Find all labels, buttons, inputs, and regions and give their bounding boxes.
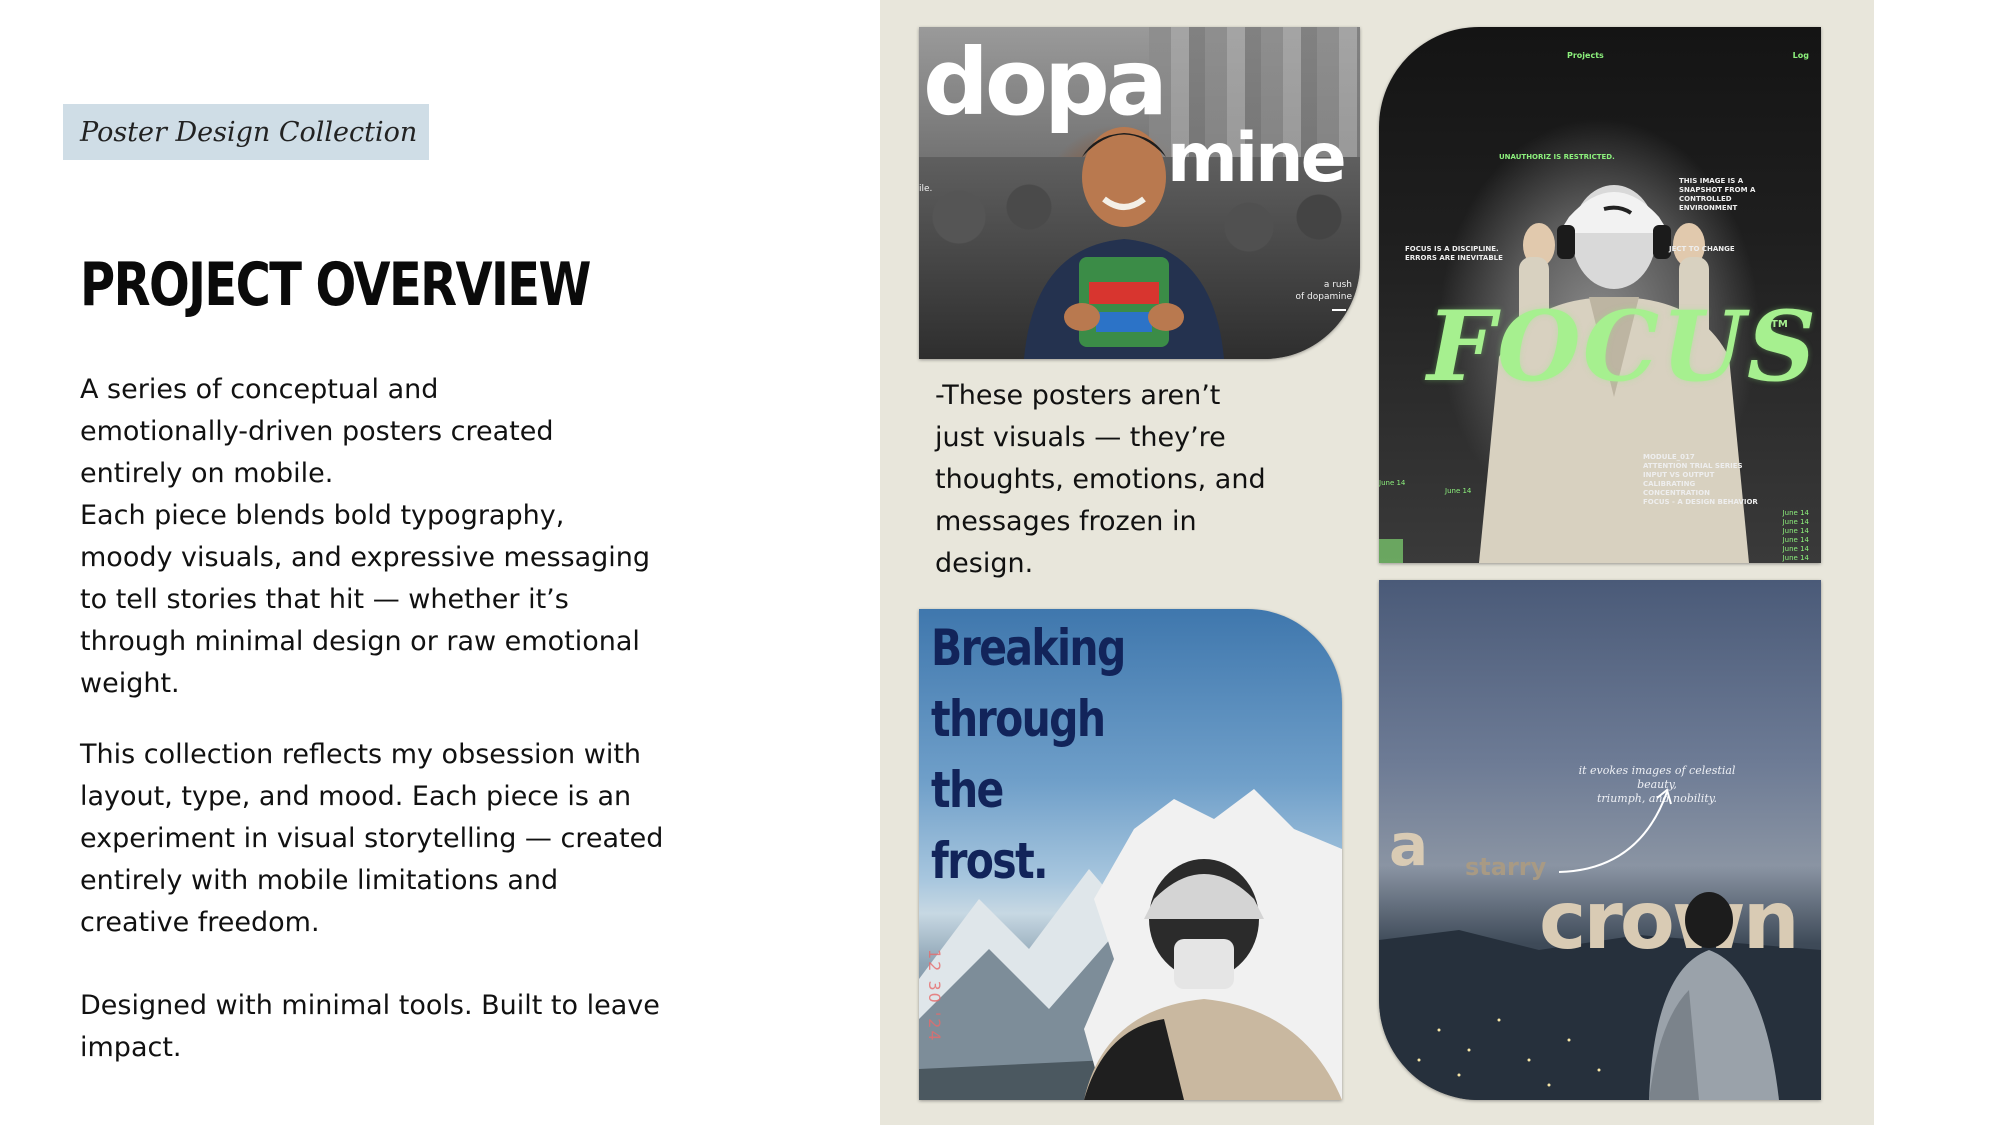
poster-word-dopa: dopa: [923, 29, 1168, 136]
poster-trademark: TM: [1771, 319, 1788, 330]
poster-discipline-text: FOCUS IS A DISCIPLINE. ERRORS ARE INEVIT…: [1405, 245, 1503, 262]
slide: Poster Design Collection PROJECT OVERVIE…: [0, 0, 1999, 1125]
poster-nav-projects: Projects: [1567, 51, 1604, 60]
poster-date-left: June 14: [1379, 479, 1406, 487]
poster-gallery: dopa mine ile. a rush of dopamine Projec: [880, 0, 1874, 1125]
page-title: PROJECT OVERVIEW: [80, 250, 591, 320]
poster-word-mine: mine: [1167, 119, 1347, 198]
overview-paragraph-2: This collection reflects my obsession wi…: [80, 739, 664, 938]
poster-subject-text: JECT TO CHANGE: [1669, 245, 1735, 253]
poster-accent-square: [1379, 539, 1403, 563]
poster-nav-log: Log: [1792, 51, 1809, 60]
gallery-caption: -These posters aren’t just visuals — the…: [935, 380, 1266, 579]
poster-frost[interactable]: Breaking through the frost. 12 30 '24: [919, 609, 1342, 1100]
overview-paragraph-3: Designed with minimal tools. Built to le…: [80, 990, 660, 1063]
overview-paragraph-1: A series of conceptual and emotionally-d…: [80, 374, 651, 699]
poster-crown[interactable]: it evokes images of celestial beauty, tr…: [1379, 580, 1821, 1100]
poster-focus[interactable]: Projects Log UNAUTHORIZ IS RESTRICTED. T…: [1379, 27, 1821, 563]
poster-tag-left: ile.: [919, 184, 933, 194]
collection-label: Poster Design Collection: [63, 104, 429, 160]
poster-dopamine[interactable]: dopa mine ile. a rush of dopamine: [919, 27, 1360, 359]
poster-restricted-text: UNAUTHORIZ IS RESTRICTED.: [1499, 153, 1615, 161]
poster-date-list: June 14 June 14 June 14 June 14 June 14 …: [1782, 509, 1809, 562]
poster-date-mid: June 14: [1445, 487, 1472, 495]
poster-word-starry: starry: [1465, 853, 1547, 881]
poster-tagline: a rush of dopamine: [1295, 280, 1353, 302]
poster-frost-headline: Breaking through the frost.: [931, 619, 1126, 890]
seated-man-figure: [1649, 892, 1779, 1100]
curved-arrow-icon: [1558, 788, 1672, 873]
poster-module-text: MODULE_017 ATTENTION TRIAL SERIES INPUT …: [1643, 453, 1758, 506]
poster-word-a: a: [1389, 811, 1429, 879]
poster-snapshot-text: THIS IMAGE IS A SNAPSHOT FROM A CONTROLL…: [1679, 177, 1756, 212]
poster-focus-title: FOCUS: [1427, 290, 1819, 403]
poster-dash: [1332, 309, 1346, 311]
poster-date-stamp: 12 30 '24: [925, 949, 944, 1043]
